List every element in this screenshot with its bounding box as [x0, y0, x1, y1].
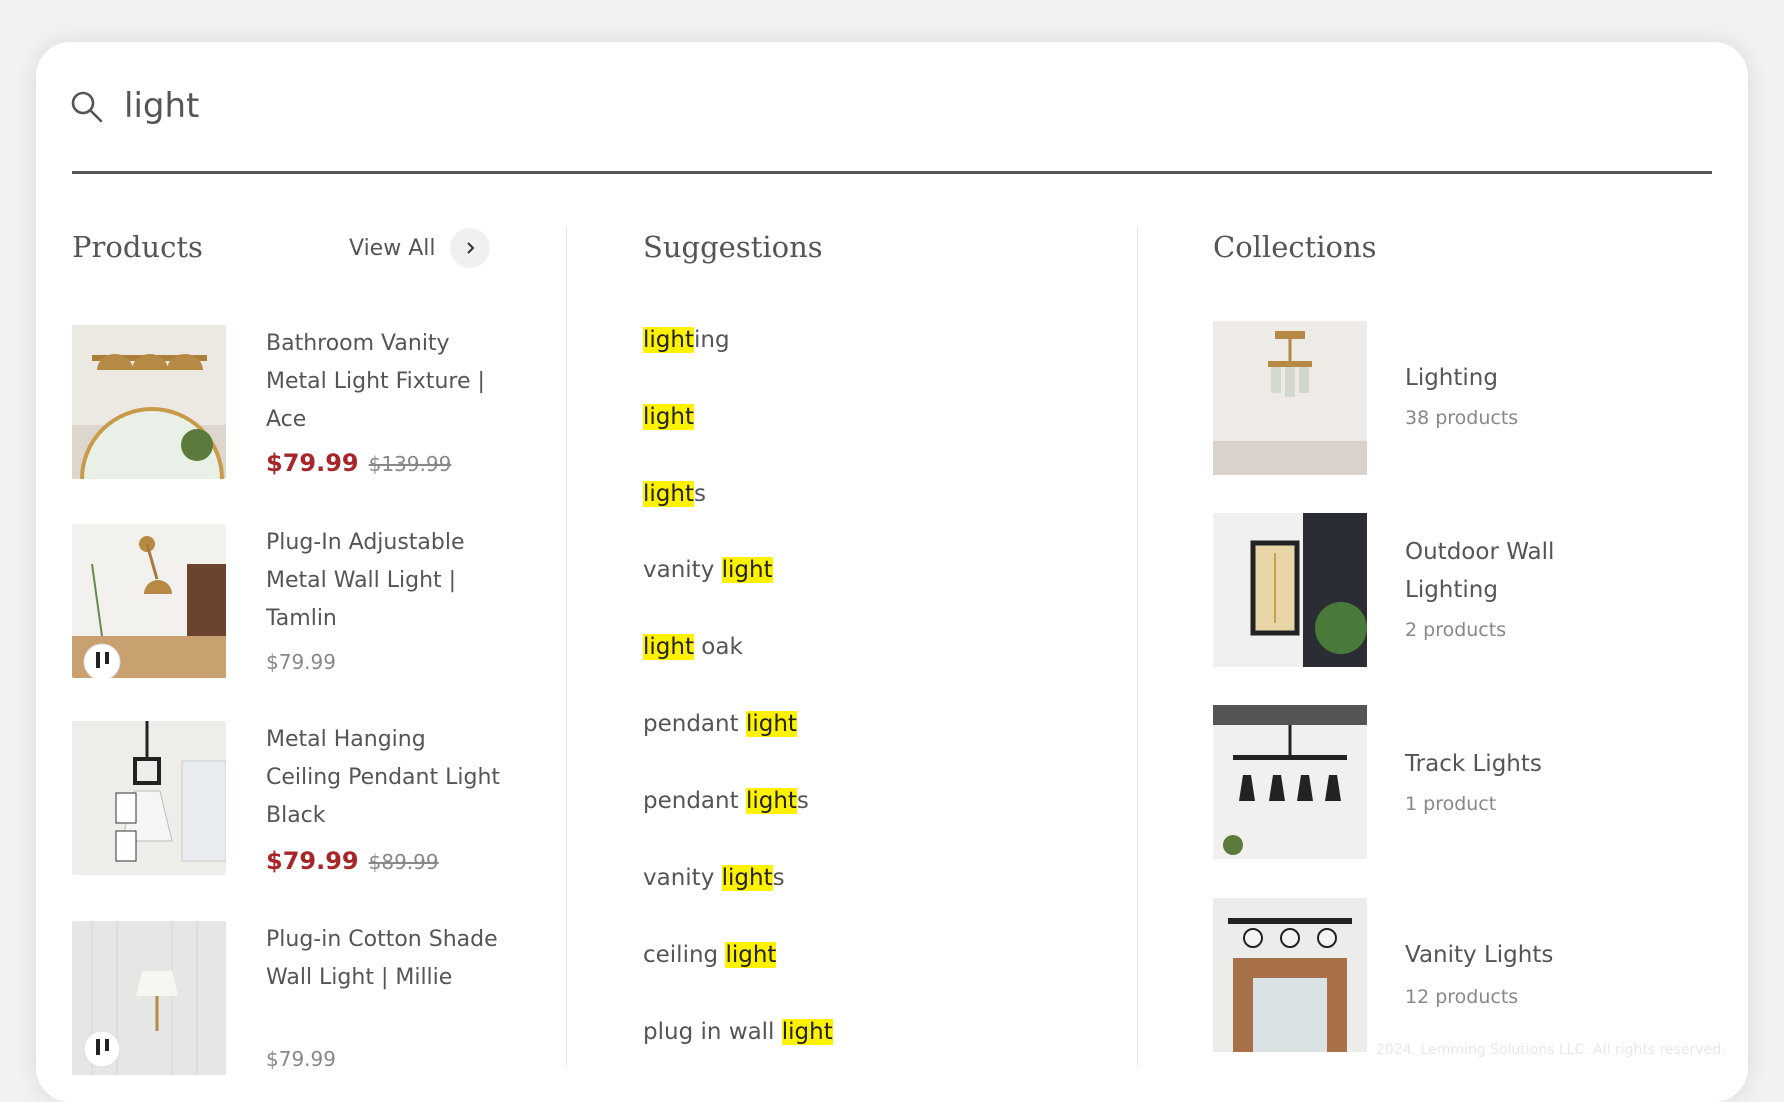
original-price: $89.99: [368, 850, 439, 874]
suggestion-item[interactable]: plug in wall light: [643, 1019, 833, 1045]
sale-price: $79.99: [266, 449, 359, 477]
collection-card[interactable]: Outdoor Wall Lighting 2 products: [1213, 513, 1713, 673]
collection-title[interactable]: Outdoor Wall Lighting: [1405, 533, 1645, 609]
collections-heading: Collections: [1213, 230, 1377, 264]
collection-image-vanity-lights[interactable]: [1213, 898, 1367, 1052]
product-name[interactable]: Plug-in Cotton Shade Wall Light | Millie: [266, 921, 506, 997]
collection-count: 38 products: [1405, 407, 1519, 429]
product-image-vanity-fixture[interactable]: [72, 325, 226, 479]
product-name[interactable]: Bathroom Vanity Metal Light Fixture | Ac…: [266, 325, 506, 439]
collection-image-outdoor-wall[interactable]: [1213, 513, 1367, 667]
search-input[interactable]: [124, 82, 1624, 130]
collection-image-track-lights[interactable]: [1213, 705, 1367, 859]
suggestions-heading: Suggestions: [643, 230, 823, 264]
suggestion-item[interactable]: vanity lights: [643, 865, 785, 891]
regular-price: $79.99: [266, 650, 336, 674]
product-price: $79.99: [266, 650, 336, 674]
suggestion-item[interactable]: light oak: [643, 634, 743, 660]
collection-card[interactable]: Lighting 38 products: [1213, 321, 1713, 481]
product-image-wall-light[interactable]: [72, 524, 226, 678]
column-divider: [1137, 226, 1138, 1066]
collection-count: 1 product: [1405, 793, 1497, 815]
product-card[interactable]: Plug-In Adjustable Metal Wall Light | Ta…: [36, 524, 476, 684]
collection-count: 2 products: [1405, 619, 1507, 641]
suggestion-item[interactable]: light: [643, 404, 694, 430]
product-name[interactable]: Plug-In Adjustable Metal Wall Light | Ta…: [266, 524, 506, 638]
product-price: $79.99 $139.99: [266, 449, 451, 477]
suggestion-item[interactable]: pendant lights: [643, 788, 809, 814]
search-underline: [72, 171, 1712, 174]
original-price: $139.99: [368, 452, 452, 476]
products-heading: Products: [72, 230, 203, 264]
view-all-button[interactable]: [450, 228, 490, 268]
view-all-link[interactable]: View All: [349, 236, 435, 261]
suggestion-item[interactable]: pendant light: [643, 711, 797, 737]
collection-title[interactable]: Track Lights: [1405, 745, 1645, 783]
suggestion-item[interactable]: ceiling light: [643, 942, 777, 968]
collection-card[interactable]: Track Lights 1 product: [1213, 705, 1713, 865]
product-image-pendant[interactable]: [72, 721, 226, 875]
product-name[interactable]: Metal Hanging Ceiling Pendant Light Blac…: [266, 721, 506, 835]
collection-title[interactable]: Lighting: [1405, 359, 1645, 397]
product-price: $79.99 $89.99: [266, 847, 439, 875]
product-image-cotton-shade-light[interactable]: [72, 921, 226, 1075]
product-price: $79.99: [266, 1047, 336, 1071]
regular-price: $79.99: [266, 1047, 336, 1071]
product-card[interactable]: Plug-in Cotton Shade Wall Light | Millie…: [36, 921, 498, 1081]
collection-card[interactable]: Vanity Lights 12 products: [1213, 898, 1713, 1058]
chevron-right-icon: [467, 242, 475, 254]
suggestion-item[interactable]: lights: [643, 481, 706, 507]
suggestion-item[interactable]: lighting: [643, 327, 730, 353]
sale-price: $79.99: [266, 847, 359, 875]
collection-title[interactable]: Vanity Lights: [1405, 936, 1645, 974]
collection-count: 12 products: [1405, 986, 1519, 1008]
footer-copyright: 2024, Lemming Solutions LLC. All rights …: [1376, 1042, 1726, 1058]
product-card[interactable]: Bathroom Vanity Metal Light Fixture | Ac…: [36, 325, 485, 485]
collection-image-lighting[interactable]: [1213, 321, 1367, 475]
product-card[interactable]: Metal Hanging Ceiling Pendant Light Blac…: [36, 721, 500, 881]
search-icon[interactable]: [70, 90, 104, 124]
suggestion-item[interactable]: vanity light: [643, 557, 773, 583]
column-divider: [566, 226, 567, 1066]
